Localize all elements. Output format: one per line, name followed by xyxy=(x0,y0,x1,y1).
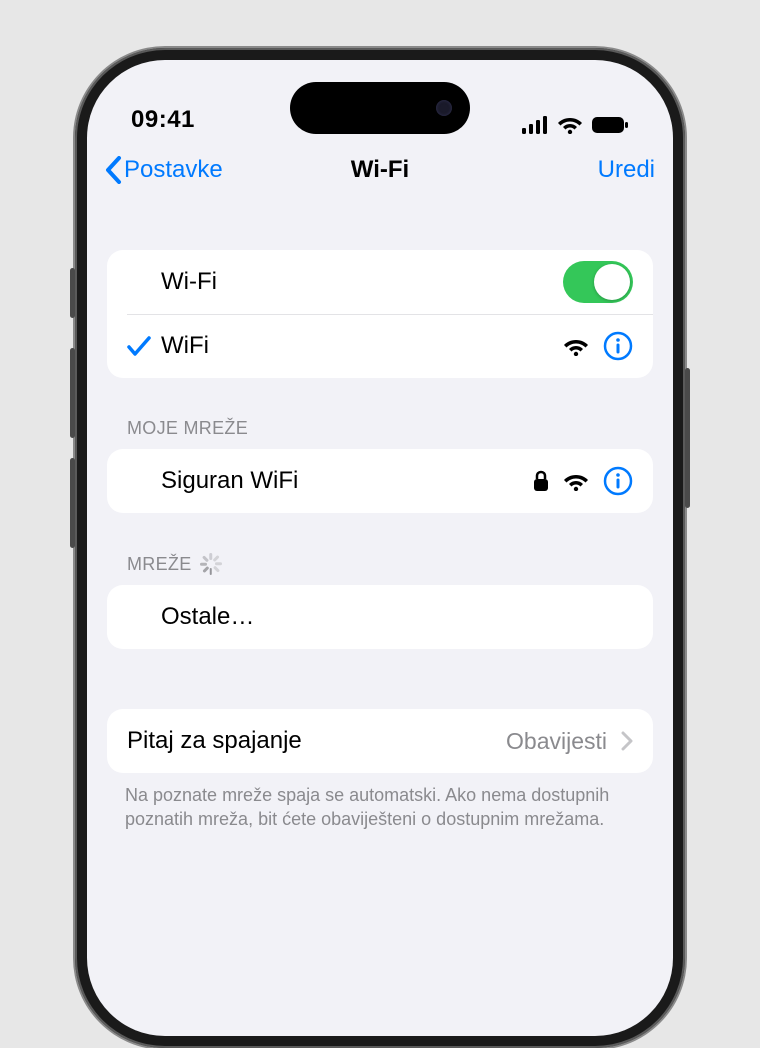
screen: 09:41 xyxy=(87,60,673,1036)
other-networks-header-label: MREŽE xyxy=(127,554,192,575)
side-button xyxy=(70,268,75,318)
other-network-row[interactable]: Ostale… xyxy=(107,585,653,649)
info-icon[interactable] xyxy=(603,331,633,361)
edit-button[interactable]: Uredi xyxy=(598,156,655,184)
other-networks-card: Ostale… xyxy=(107,585,653,649)
phone-frame: 09:41 xyxy=(75,48,685,1048)
front-camera xyxy=(436,100,452,116)
wifi-toggle-row: Wi-Fi xyxy=(107,250,653,314)
wifi-card: Wi-Fi WiFi xyxy=(107,250,653,378)
network-name: Siguran WiFi xyxy=(161,467,533,495)
my-networks-header: MOJE MREŽE xyxy=(107,418,653,439)
battery-icon xyxy=(591,116,629,134)
side-button xyxy=(70,458,75,548)
network-row[interactable]: Siguran WiFi xyxy=(107,449,653,513)
toggle-knob xyxy=(594,264,630,300)
checkmark-icon xyxy=(127,335,151,357)
info-icon[interactable] xyxy=(603,466,633,496)
wifi-main-section: Wi-Fi WiFi xyxy=(107,250,653,378)
ask-to-join-label: Pitaj za spajanje xyxy=(127,727,506,755)
side-button xyxy=(70,348,75,438)
wifi-signal-icon xyxy=(563,337,589,356)
lock-icon xyxy=(533,470,549,492)
dynamic-island xyxy=(290,82,470,134)
ask-to-join-value: Obavijesti xyxy=(506,728,607,755)
nav-bar: Postavke Wi-Fi Uredi xyxy=(87,140,673,200)
content: Wi-Fi WiFi xyxy=(87,250,673,832)
my-networks-section: MOJE MREŽE Siguran WiFi xyxy=(107,418,653,513)
wifi-toggle[interactable] xyxy=(563,261,633,303)
ask-to-join-section: Pitaj za spajanje Obavijesti Na poznate … xyxy=(107,709,653,832)
wifi-status-icon xyxy=(557,115,583,134)
chevron-right-icon xyxy=(621,731,633,751)
my-networks-card: Siguran WiFi xyxy=(107,449,653,513)
wifi-signal-icon xyxy=(563,472,589,491)
status-time: 09:41 xyxy=(131,106,195,134)
side-button xyxy=(685,368,690,508)
back-label: Postavke xyxy=(124,156,223,184)
spinner-icon xyxy=(200,553,222,575)
wifi-toggle-label: Wi-Fi xyxy=(161,268,563,296)
cellular-icon xyxy=(522,116,549,134)
other-label: Ostale… xyxy=(161,603,633,631)
status-icons xyxy=(522,115,629,134)
chevron-left-icon xyxy=(105,156,122,184)
connected-network-row[interactable]: WiFi xyxy=(107,314,653,378)
page-title: Wi-Fi xyxy=(351,156,409,184)
connected-network-name: WiFi xyxy=(161,332,563,360)
other-networks-section: MREŽE Ostale… xyxy=(107,553,653,649)
ask-to-join-footer: Na poznate mreže spaja se automatski. Ak… xyxy=(107,773,653,832)
ask-to-join-card: Pitaj za spajanje Obavijesti xyxy=(107,709,653,773)
other-networks-header: MREŽE xyxy=(107,553,653,575)
ask-to-join-row[interactable]: Pitaj za spajanje Obavijesti xyxy=(107,709,653,773)
back-button[interactable]: Postavke xyxy=(105,156,223,184)
